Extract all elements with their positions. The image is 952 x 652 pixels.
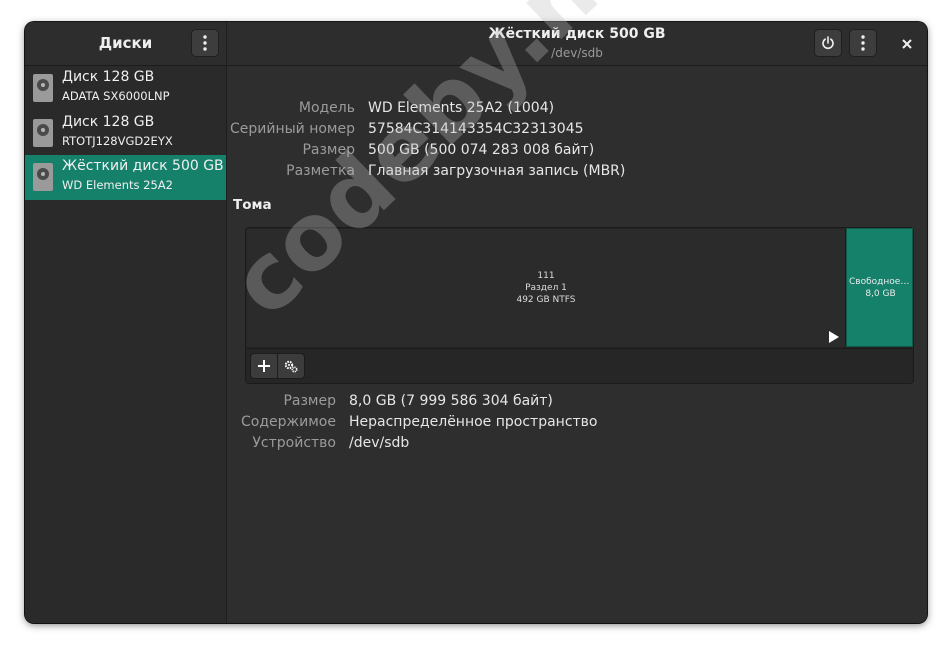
size-label: Размер	[302, 142, 355, 158]
power-off-button[interactable]	[814, 29, 842, 57]
app-menu-button[interactable]	[191, 29, 219, 57]
disk-name: Диск 128 GB	[62, 114, 155, 130]
hard-disk-icon	[33, 119, 53, 147]
contents-label: Содержимое	[241, 414, 336, 430]
disk-name: Диск 128 GB	[62, 69, 155, 85]
free-space-block[interactable]: Свободное пространство 8,0 GB	[846, 228, 914, 347]
sidebar: Диски Диск 128 GB ADATA SX6000LNP Диск 1…	[25, 22, 227, 623]
close-button[interactable]	[897, 34, 917, 54]
partition-label: 111	[537, 271, 555, 281]
partition-size: 492 GB NTFS	[516, 295, 576, 305]
serial-label: Серийный номер	[229, 121, 355, 137]
disk-list-item[interactable]: Диск 128 GB ADATA SX6000LNP	[25, 66, 226, 111]
model-value: WD Elements 25A2 (1004)	[368, 100, 555, 116]
disk-model: ADATA SX6000LNP	[62, 89, 170, 103]
main-header: Жёсткий диск 500 GB /dev/sdb	[227, 22, 927, 66]
play-icon[interactable]	[829, 331, 839, 343]
volume-size-value: 8,0 GB (7 999 586 304 байт)	[349, 393, 553, 409]
device-value: /dev/sdb	[349, 435, 410, 451]
free-space-size: 8,0 GB	[865, 289, 896, 299]
drive-details: Модель WD Elements 25A2 (1004) Серийный …	[227, 66, 927, 623]
partition-block[interactable]: 111 Раздел 1 492 GB NTFS	[247, 229, 846, 347]
disk-list-item-selected[interactable]: Жёсткий диск 500 GB WD Elements 25A2	[25, 155, 226, 200]
plus-icon	[258, 360, 270, 372]
volume-size-label: Размер	[283, 393, 336, 409]
disk-model: RTOTJ128VGD2EYX	[62, 134, 173, 148]
disk-name: Жёсткий диск 500 GB	[62, 158, 224, 174]
disks-window: Диски Диск 128 GB ADATA SX6000LNP Диск 1…	[25, 22, 927, 623]
add-partition-button[interactable]	[250, 353, 278, 379]
size-value: 500 GB (500 074 283 008 байт)	[368, 142, 595, 158]
vertical-dots-icon	[861, 35, 865, 51]
model-label: Модель	[298, 100, 355, 116]
power-icon	[822, 36, 834, 50]
hard-disk-icon	[33, 163, 53, 191]
sidebar-header: Диски	[25, 22, 226, 66]
disk-model: WD Elements 25A2	[62, 178, 173, 192]
device-label: Устройство	[252, 435, 336, 451]
volumes-title: Тома	[233, 197, 272, 213]
hard-disk-icon	[33, 74, 53, 102]
volumes-map: 111 Раздел 1 492 GB NTFS Свободное прост…	[245, 227, 914, 384]
drive-menu-button[interactable]	[849, 29, 877, 57]
gears-icon	[284, 360, 298, 373]
vertical-dots-icon	[203, 35, 207, 51]
contents-value: Нераспределённое пространство	[349, 414, 598, 430]
free-space-label: Свободное пространство	[849, 277, 914, 287]
volume-toolbar	[247, 348, 912, 383]
partitioning-value: Главная загрузочная запись (MBR)	[368, 163, 626, 179]
partition-name: Раздел 1	[525, 283, 567, 293]
close-icon	[902, 39, 912, 49]
serial-value: 57584C314143354C32313045	[368, 121, 584, 137]
disk-list-item[interactable]: Диск 128 GB RTOTJ128VGD2EYX	[25, 111, 226, 156]
partitioning-label: Разметка	[286, 163, 355, 179]
additional-options-button[interactable]	[277, 353, 305, 379]
